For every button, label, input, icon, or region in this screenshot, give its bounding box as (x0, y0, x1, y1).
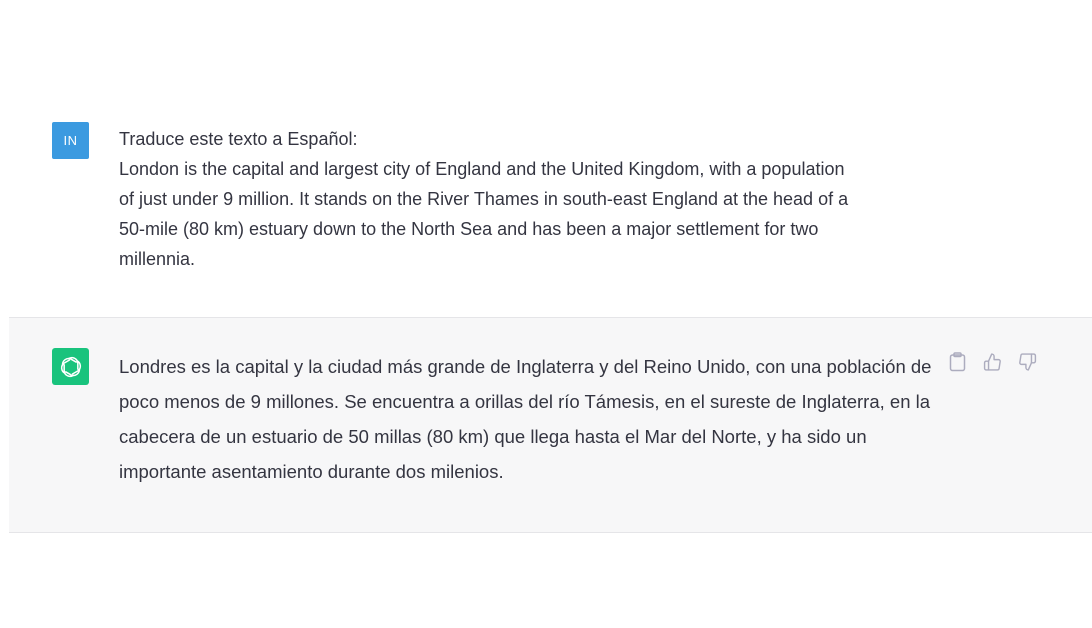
user-message-line: of just under 9 million. It stands on th… (119, 189, 849, 209)
user-message-text: Traduce este texto a Español: London is … (119, 124, 939, 274)
chat-page: IN Traduce este texto a Español: London … (0, 0, 1092, 628)
user-message-line: 50-mile (80 km) estuary down to the Nort… (119, 219, 819, 239)
user-message-line: Traduce este texto a Español: (119, 129, 358, 149)
thumbs-up-button[interactable] (983, 351, 1002, 372)
user-message: IN Traduce este texto a Español: London … (0, 0, 1092, 317)
openai-logo-icon (52, 348, 89, 385)
clipboard-icon (949, 351, 966, 371)
thumbs-down-icon (1019, 352, 1037, 371)
thumbs-up-icon (983, 352, 1001, 371)
message-actions (948, 351, 1037, 372)
thumbs-down-button[interactable] (1018, 351, 1037, 372)
assistant-message: Londres es la capital y la ciudad más gr… (9, 317, 1092, 533)
user-avatar: IN (52, 122, 89, 159)
user-message-line: London is the capital and largest city o… (119, 159, 845, 179)
assistant-message-text: Londres es la capital y la ciudad más gr… (119, 356, 932, 482)
copy-button[interactable] (948, 351, 967, 372)
user-message-line: millennia. (119, 249, 196, 269)
